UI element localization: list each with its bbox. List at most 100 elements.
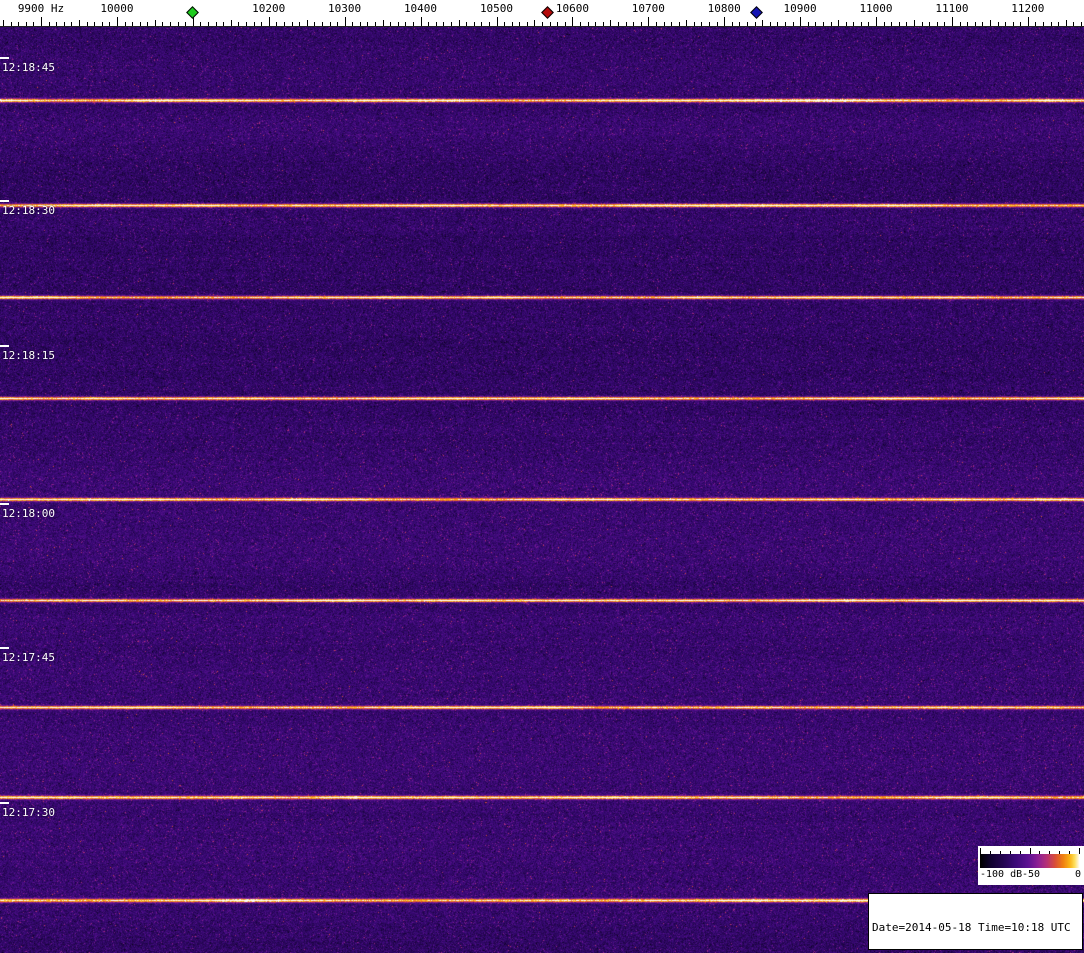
freq-tick — [549, 22, 551, 26]
freq-tick — [792, 22, 794, 26]
freq-label: 10700 — [631, 2, 665, 15]
freq-tick — [18, 22, 20, 26]
freq-tick — [580, 22, 581, 26]
freq-tick — [504, 22, 505, 26]
freq-tick — [458, 20, 460, 26]
freq-tick — [860, 22, 862, 26]
freq-label: 11000 — [859, 2, 893, 15]
freq-tick — [33, 22, 35, 26]
freq-tick — [724, 17, 726, 26]
spectrogram-canvas[interactable] — [0, 27, 1084, 953]
freq-tick — [822, 22, 824, 26]
freq-tick — [147, 22, 149, 26]
freq-marker-green[interactable] — [186, 6, 200, 19]
freq-tick — [929, 22, 931, 26]
freq-tick — [329, 22, 331, 26]
freq-tick — [321, 22, 323, 26]
freq-tick — [1027, 17, 1029, 26]
freq-tick — [71, 22, 73, 26]
freq-tick — [906, 22, 908, 26]
freq-tick — [914, 20, 915, 26]
freq-tick — [648, 17, 650, 26]
freq-tick — [291, 22, 293, 26]
freq-tick — [572, 17, 574, 26]
freq-tick — [526, 22, 528, 26]
freq-tick — [488, 22, 490, 26]
freq-tick — [435, 22, 437, 26]
freq-tick — [86, 22, 88, 26]
freq-tick — [306, 20, 308, 26]
freq-tick — [116, 17, 118, 26]
freq-tick — [633, 22, 635, 26]
freq-tick — [845, 22, 847, 26]
freq-tick — [109, 22, 111, 26]
freq-tick — [883, 22, 885, 26]
freq-tick — [989, 20, 991, 26]
freq-tick — [215, 22, 217, 26]
freq-tick — [640, 22, 642, 26]
freq-tick — [63, 22, 65, 26]
freq-tick — [230, 20, 232, 26]
freq-tick — [936, 22, 938, 26]
freq-tick — [466, 22, 468, 26]
freq-tick — [519, 22, 521, 26]
colorbar-panel: -100 dB -50 0 — [978, 846, 1084, 885]
freq-tick — [876, 17, 877, 26]
freq-tick — [815, 22, 817, 26]
freq-tick — [716, 22, 718, 26]
freq-tick — [450, 22, 452, 26]
frequency-ruler[interactable]: 9900 Hz 10000 10200 10300 10400 10500 10600 107… — [0, 0, 1084, 27]
freq-tick — [1058, 22, 1060, 26]
freq-tick — [208, 22, 209, 26]
freq-tick — [542, 22, 543, 26]
freq-tick — [595, 22, 597, 26]
freq-tick — [739, 22, 741, 26]
freq-tick — [78, 20, 80, 26]
freq-tick — [413, 22, 414, 26]
freq-tick — [1020, 22, 1022, 26]
freq-label: 10400 — [403, 2, 438, 15]
freq-tick — [617, 22, 619, 26]
freq-tick — [162, 22, 164, 26]
freq-tick — [784, 22, 786, 26]
freq-tick — [959, 22, 961, 26]
freq-tick — [253, 22, 255, 26]
freq-tick — [610, 20, 612, 26]
freq-label: 9900 Hz — [17, 2, 65, 15]
colorbar-label-max: 0 — [1074, 869, 1081, 880]
freq-tick — [974, 22, 976, 26]
freq-tick — [731, 22, 733, 26]
freq-tick — [359, 22, 361, 26]
freq-tick — [655, 22, 657, 26]
freq-tick — [807, 22, 809, 26]
freq-tick — [177, 22, 179, 26]
freq-tick — [693, 22, 695, 26]
freq-label: 11200 — [1011, 2, 1045, 15]
freq-tick — [420, 17, 422, 26]
freq-tick — [382, 20, 384, 26]
info-box: Date=2014-05-18 Time=10:18 UTC Freq=143 … — [868, 893, 1083, 950]
freq-tick — [678, 22, 680, 26]
freq-tick — [868, 22, 870, 26]
freq-tick — [344, 17, 346, 26]
freq-tick — [428, 22, 430, 26]
freq-tick — [101, 22, 103, 26]
freq-label: 10900 — [783, 2, 817, 15]
freq-tick — [769, 22, 771, 26]
freq-tick — [10, 22, 12, 26]
freq-tick — [1065, 20, 1067, 26]
freq-tick — [564, 22, 566, 26]
freq-tick — [367, 22, 369, 26]
freq-tick — [124, 22, 126, 26]
freq-tick — [1050, 22, 1052, 26]
freq-tick — [625, 22, 627, 26]
freq-tick — [352, 22, 354, 26]
freq-tick — [405, 22, 407, 26]
colorbar-label-min: -100 dB — [980, 869, 1023, 880]
freq-tick — [602, 22, 604, 26]
freq-tick — [967, 22, 969, 26]
freq-tick — [496, 17, 498, 26]
freq-label: 10500 — [479, 2, 514, 15]
freq-tick — [1012, 22, 1014, 26]
freq-tick — [481, 22, 483, 26]
